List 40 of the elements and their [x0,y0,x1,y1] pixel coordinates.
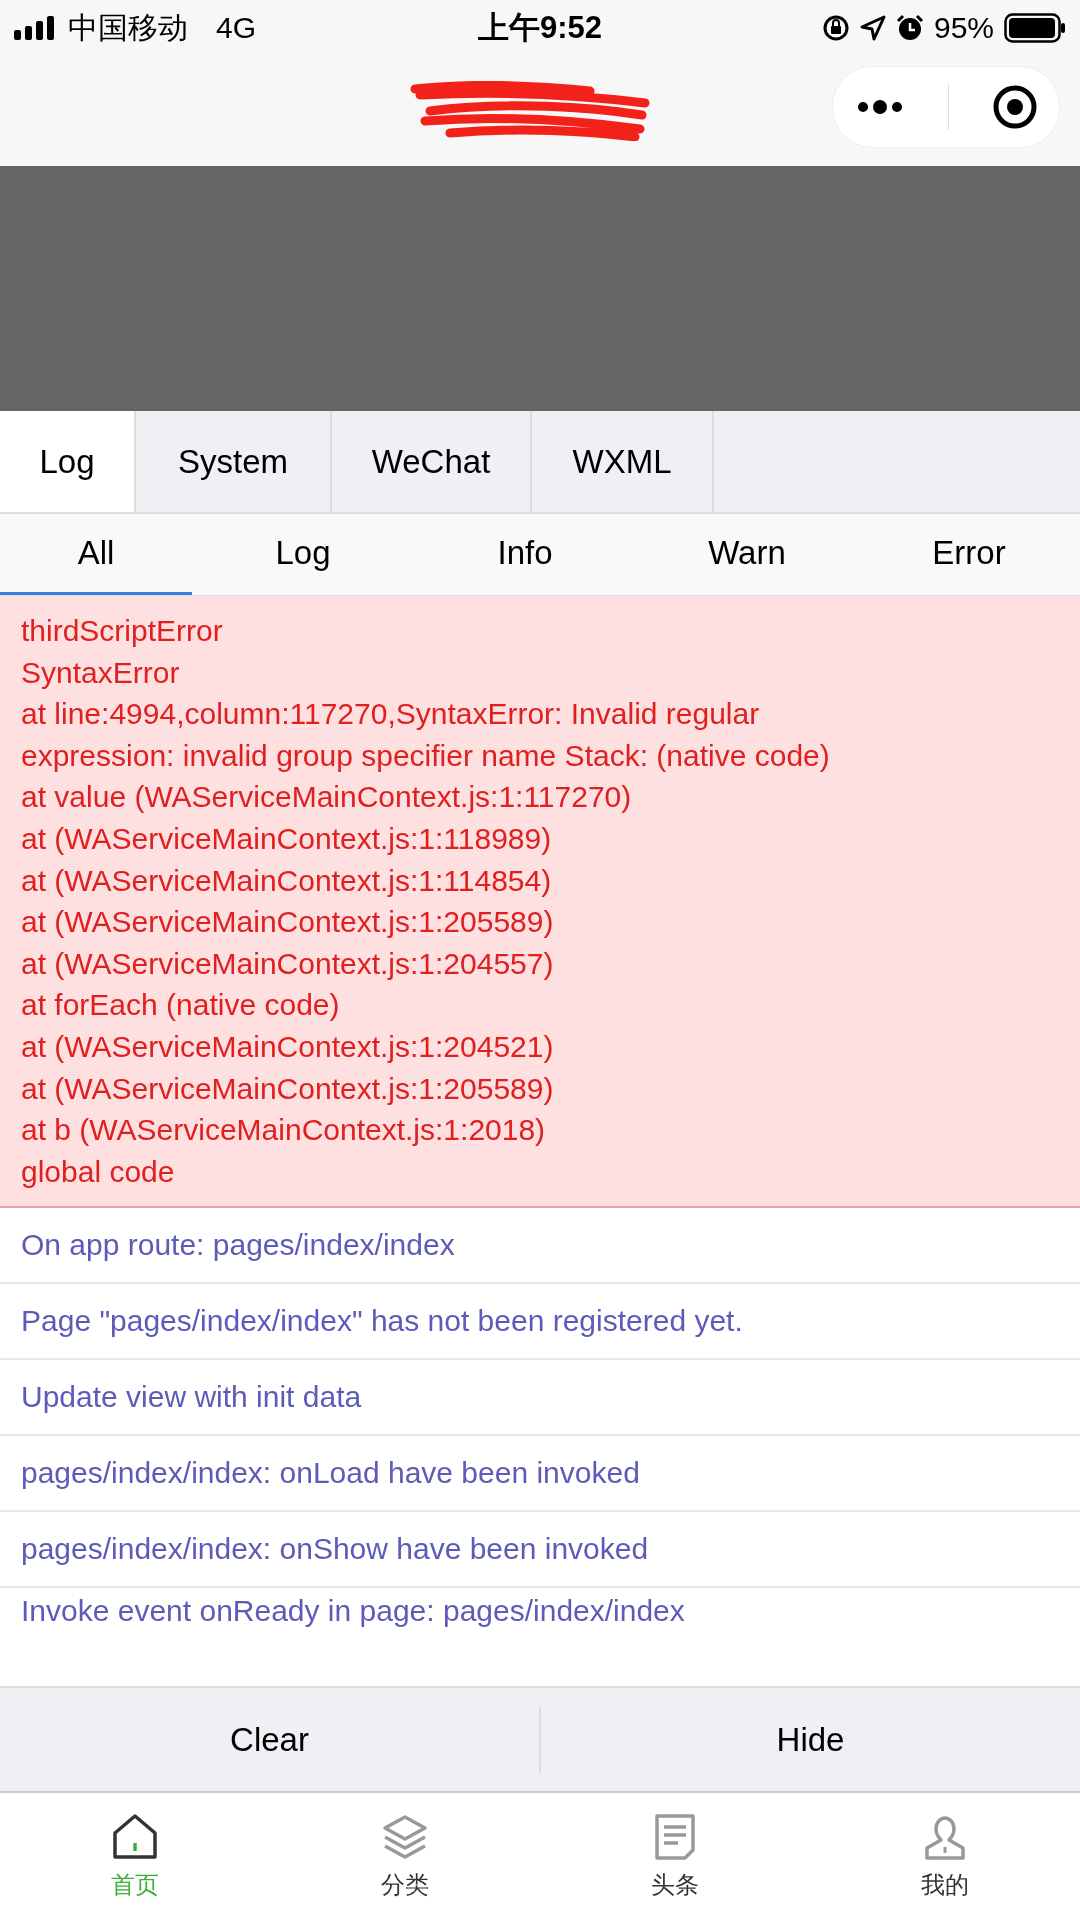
layers-icon [381,1812,429,1861]
log-line: at (WAServiceMainContext.js:1:114854) [21,862,553,899]
log-line: SyntaxError [21,654,181,691]
filter-tab[interactable]: Error [858,514,1080,595]
log-line: Page "pages/index/index" has not been registered yet. [21,1304,744,1339]
log-line: at line:4994,column:117270,SyntaxError: Invalid regular expression: invalid group specifier name Stack: (native code) [21,696,831,774]
log-line: pages/index/index: onLoad have been invoked [21,1456,641,1491]
filter-tab[interactable]: Info [414,514,636,595]
battery-icon [1004,13,1066,43]
filter-tab[interactable]: Warn [636,514,858,595]
log-line: at b (WAServiceMainContext.js:1:2018) [21,1112,547,1149]
hide-button[interactable]: Hide [541,1688,1080,1791]
alarm-clock-icon [895,14,924,42]
log-line: at forEach (native code) [21,987,341,1024]
log-line: On app route: pages/index/index [21,1228,456,1263]
log-line: pages/index/index: onShow have been invoked [21,1532,650,1567]
carrier-name: 中国移动 [68,9,188,46]
log-line: at (WAServiceMainContext.js:1:205589) [21,1070,555,1107]
battery-percent: 95% [933,11,994,45]
house-icon [111,1812,159,1861]
filter-tab[interactable]: Log [192,514,414,595]
console-tab[interactable]: Log [0,411,136,512]
location-arrow-icon [859,15,886,41]
clock-time: 上午9:52 [478,9,602,47]
rotation-lock-icon [821,14,850,42]
log-line: at value (WAServiceMainContext.js:1:117270) [21,779,633,816]
close-icon[interactable] [991,84,1038,130]
tab-bar-item[interactable]: 头条 [540,1793,810,1920]
log-line: at (WAServiceMainContext.js:1:204557) [21,945,555,982]
log-line: at (WAServiceMainContext.js:1:205589) [21,904,555,941]
log-line: global code [21,1153,176,1190]
network-type: 4G [216,11,257,45]
log-line: at (WAServiceMainContext.js:1:118989) [21,820,553,857]
log-line: Update view with init data [21,1380,363,1415]
log-line: at (WAServiceMainContext.js:1:204521) [21,1028,555,1065]
clear-button[interactable]: Clear [0,1688,539,1791]
log-line: thirdScriptError [21,613,224,649]
log-line: Invoke event onReady in page: pages/index/index [21,1594,686,1629]
tab-bar-item[interactable]: 我的 [810,1793,1080,1920]
tab-bar-item[interactable]: 分类 [270,1793,540,1920]
